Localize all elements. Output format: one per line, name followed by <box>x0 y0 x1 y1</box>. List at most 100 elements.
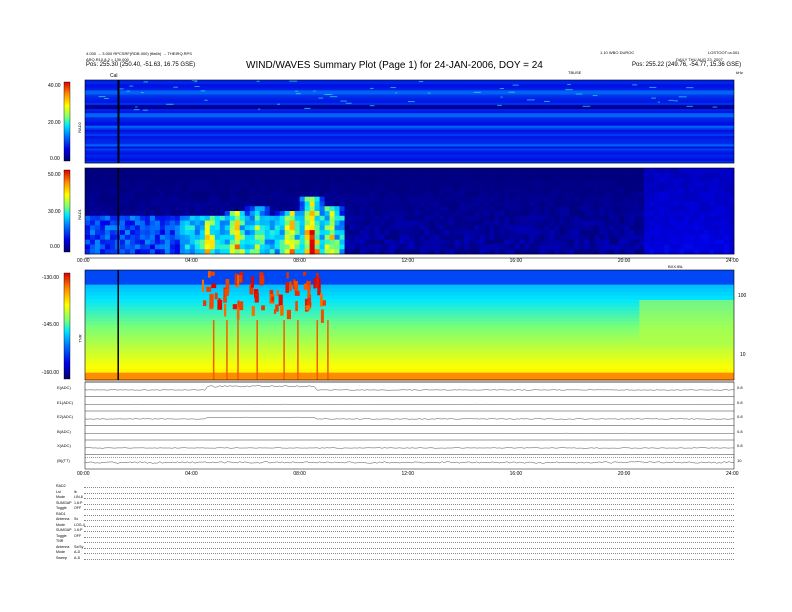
rad1-cell <box>559 211 565 217</box>
rad2-band <box>85 119 734 122</box>
rad1-cell <box>464 234 470 240</box>
rad1-cell <box>564 215 570 221</box>
rad1-cell <box>304 249 310 255</box>
tnr-burst-streak <box>283 320 285 380</box>
rad1-cell <box>344 211 350 217</box>
rad1-cell <box>499 168 505 174</box>
rad1-cell <box>539 239 545 245</box>
rad1-cell <box>574 230 580 236</box>
rad1-cell <box>159 230 166 236</box>
rad1-cell <box>414 196 420 202</box>
rad1-cell <box>264 215 271 221</box>
rad1-cell <box>499 191 505 197</box>
rad1-cell <box>169 230 176 236</box>
rad1-cell <box>714 225 720 231</box>
rad1-cell <box>404 215 410 221</box>
tnr-burst <box>294 290 300 296</box>
rad1-cell <box>639 177 645 183</box>
rad1-cell <box>684 220 690 226</box>
rad1-cell <box>594 168 600 174</box>
rad1-cell <box>659 234 665 240</box>
rad1-cell <box>554 196 560 202</box>
rad1-cell <box>349 172 355 178</box>
rad1-cell <box>124 177 131 183</box>
rad1-cell <box>409 172 415 178</box>
rad1-cell <box>669 168 675 174</box>
rad1-cell <box>129 187 136 193</box>
rad1-cell <box>499 187 505 193</box>
rad1-cell <box>399 196 405 202</box>
rad1-cell <box>544 177 550 183</box>
rad1-cell <box>184 172 191 178</box>
rad1-cell <box>634 191 640 197</box>
rad1-cell <box>94 211 101 217</box>
rad1-cell <box>289 234 295 240</box>
rad1-cell <box>159 220 166 226</box>
tnr-burst <box>273 309 277 314</box>
footer-dotted-line <box>84 498 734 499</box>
rad1-cell <box>109 196 116 202</box>
rad1-cell <box>334 172 340 178</box>
rad1-cell <box>429 220 435 226</box>
rad1-cell <box>259 168 266 174</box>
rad1-cell <box>599 187 605 193</box>
rad1-cell <box>429 187 435 193</box>
tnr-band <box>85 336 734 340</box>
rad1-cell <box>249 172 256 178</box>
rad1-cell <box>229 177 236 183</box>
rad2-fleck <box>497 104 502 106</box>
rad1-cell <box>279 249 285 255</box>
rad1-cell <box>584 239 590 245</box>
rad1-cell <box>629 168 635 174</box>
rad1-cell <box>359 249 365 255</box>
rad1-cell <box>189 182 196 188</box>
rad1-cell <box>249 211 256 217</box>
rad1-cell <box>599 201 605 207</box>
rad2-fleck <box>575 93 583 95</box>
rad1-cell <box>244 230 251 236</box>
rad1-cell <box>559 172 565 178</box>
time-tick-bottom-0: 00:00 <box>77 471 90 477</box>
rad1-cell <box>214 211 221 217</box>
rad1-cell <box>389 225 395 231</box>
rad1-cell <box>329 244 335 250</box>
rad1-cell <box>464 182 470 188</box>
rad1-cell <box>99 234 106 240</box>
rad1-cell <box>329 196 335 202</box>
rad1-cell <box>484 182 490 188</box>
rad1-cell <box>429 177 435 183</box>
rad1-cell <box>369 215 375 221</box>
rad1-cell <box>99 215 106 221</box>
rad1-cell <box>324 187 330 193</box>
rad1-cell <box>654 206 660 212</box>
rad1-cell <box>184 220 191 226</box>
rad1-cell <box>294 168 300 174</box>
rad1-cell <box>544 234 550 240</box>
rad1-cell <box>99 225 106 231</box>
tnr-burst-streak <box>327 320 329 380</box>
tnr-band <box>85 306 734 311</box>
rad1-cell <box>484 191 490 197</box>
rad1-cell <box>149 191 156 197</box>
rad1-cell <box>359 191 365 197</box>
rad1-cell <box>434 187 440 193</box>
rad1-cell <box>719 230 725 236</box>
rad1-cell <box>689 177 695 183</box>
rad1-cell <box>99 249 106 255</box>
rad1-cell <box>694 230 700 236</box>
rad1-cell <box>434 206 440 212</box>
rad1-cell <box>714 177 720 183</box>
rad1-cell <box>454 196 460 202</box>
rad1-cell <box>169 177 176 183</box>
rad1-cell <box>369 191 375 197</box>
colorbar-2 <box>63 272 71 380</box>
rad1-cell <box>639 244 645 250</box>
rad1-cell <box>359 177 365 183</box>
rad1-cell <box>634 201 640 207</box>
rad1-cell <box>204 172 211 178</box>
rad1-cell <box>194 249 201 255</box>
rad1-cell <box>229 225 236 231</box>
rad2-fleck <box>407 101 415 103</box>
rad1-cell <box>594 187 600 193</box>
rad1-cell <box>604 234 610 240</box>
